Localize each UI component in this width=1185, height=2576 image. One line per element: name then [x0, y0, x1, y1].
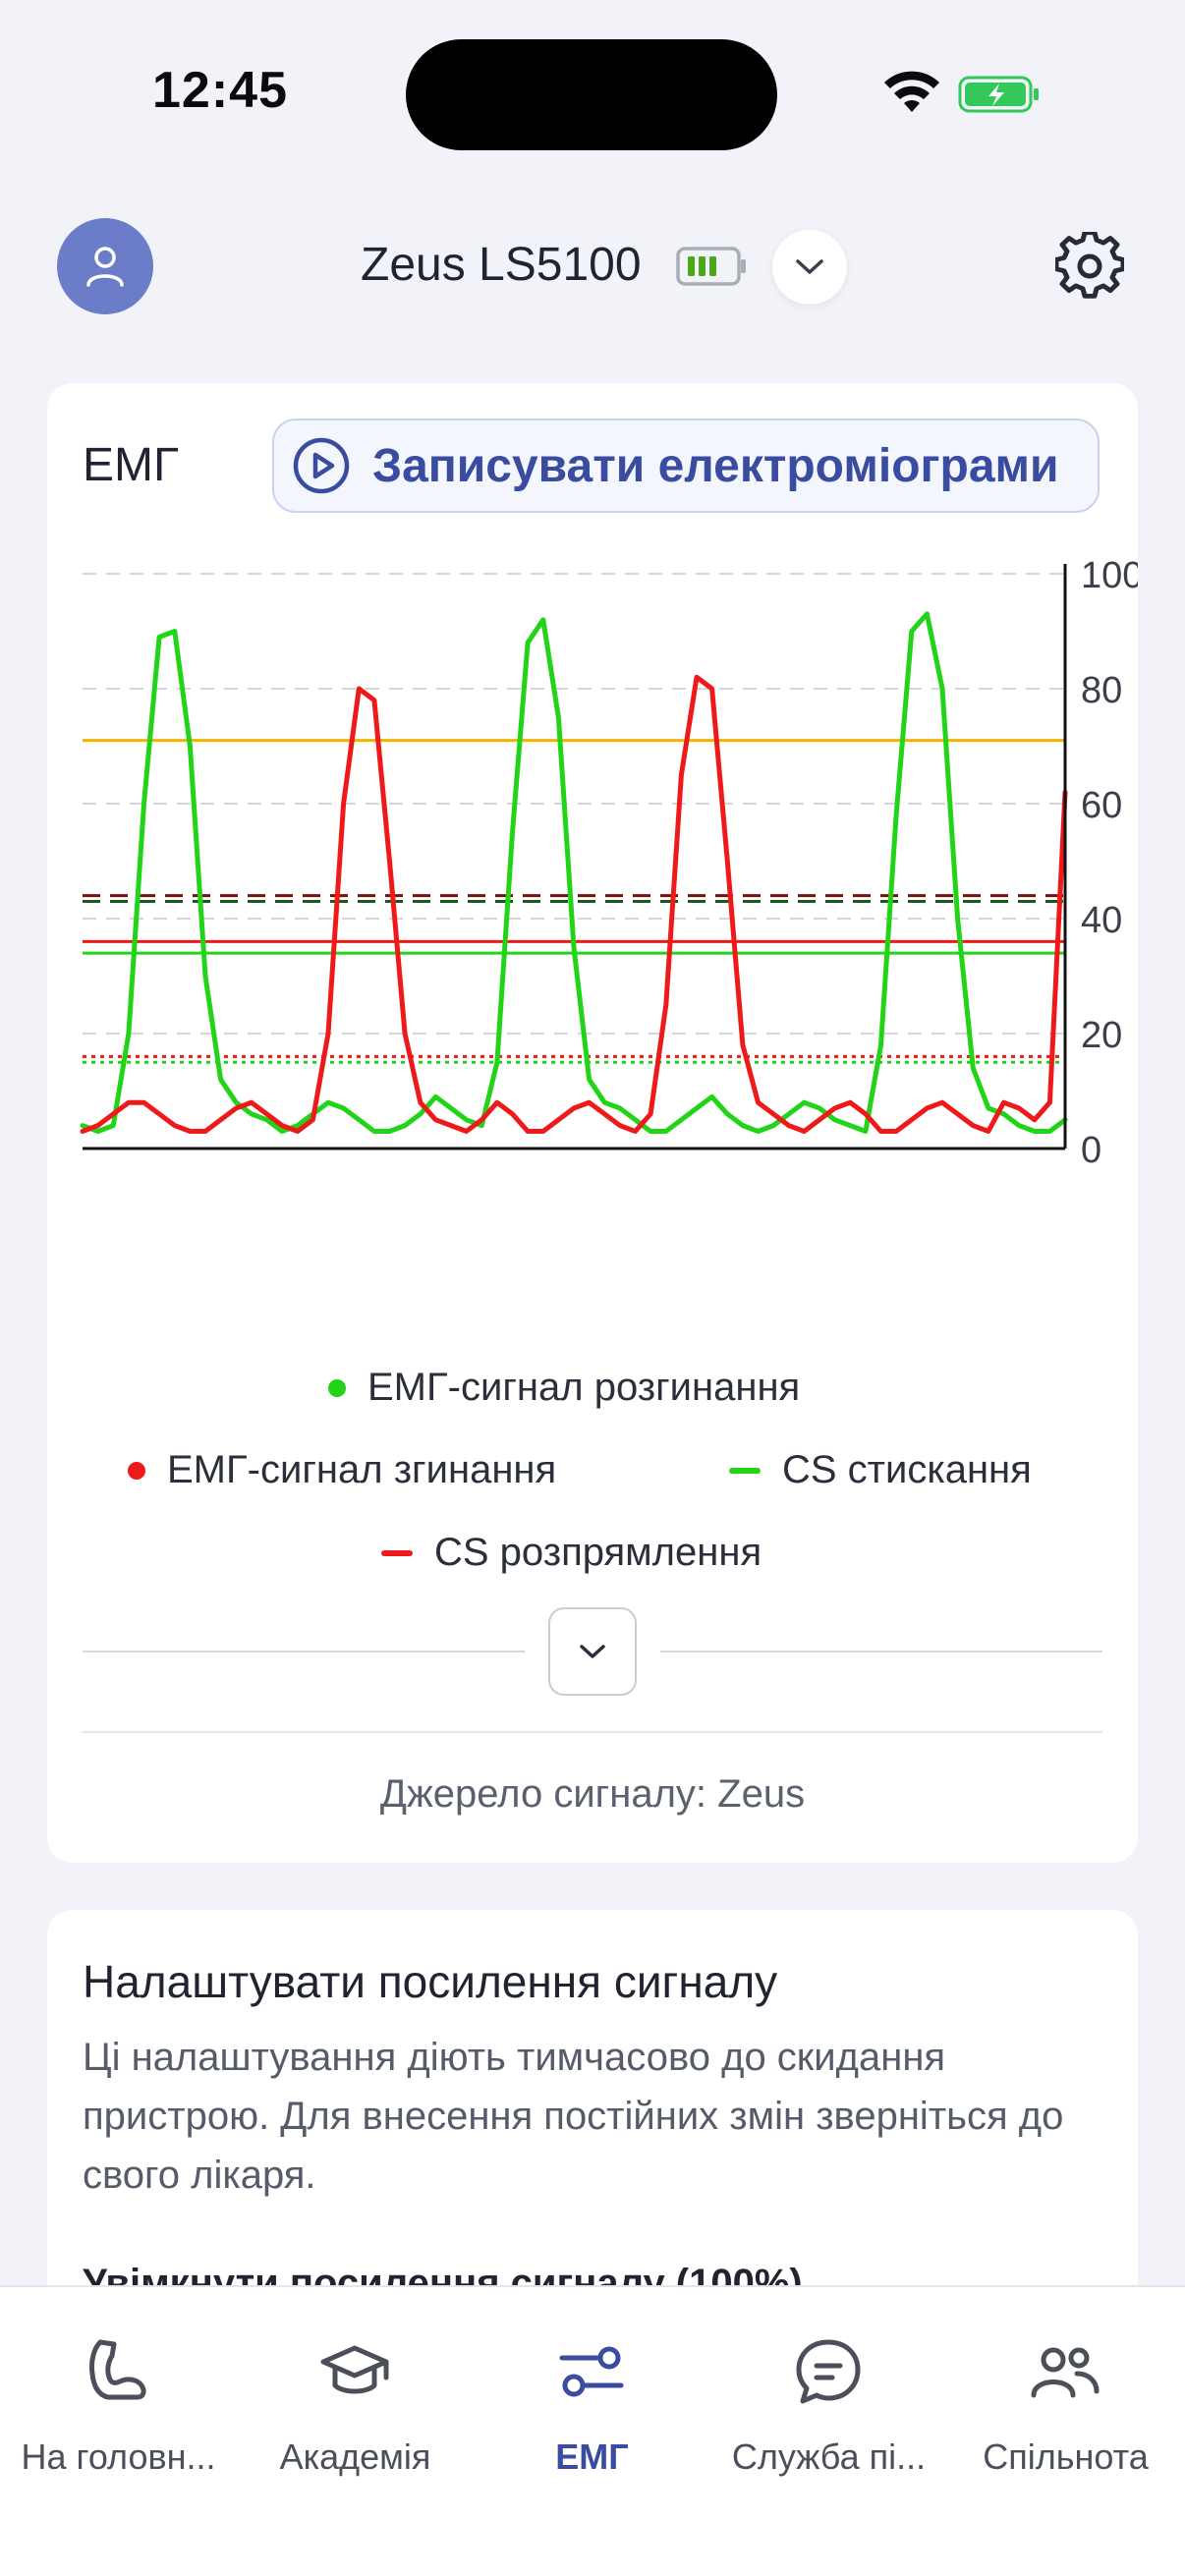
tab-label: ЕМГ — [555, 2436, 629, 2477]
y-tick-label: 40 — [1081, 900, 1122, 941]
legend-item: ЕМГ-сигнал згинання — [128, 1448, 556, 1492]
play-circle-icon — [293, 437, 350, 494]
chat-icon — [796, 2339, 861, 2404]
dynamic-island — [406, 39, 777, 150]
device-name: Zeus LS5100 — [361, 239, 642, 291]
legend-item: CS розпрямлення — [381, 1531, 762, 1575]
legend-row: CS розпрямлення — [47, 1531, 1138, 1590]
legend-label: ЕМГ-сигнал згинання — [167, 1448, 557, 1491]
screen: 12:45 Zeus LS5100 ЕМГ Записувати електро… — [0, 0, 1185, 2576]
tab-academy[interactable]: Академія — [237, 2315, 474, 2511]
record-emg-button[interactable]: Записувати електроміограми — [272, 419, 1100, 513]
settings-button[interactable] — [1053, 230, 1126, 303]
user-icon — [86, 247, 124, 287]
battery-charging-icon — [958, 76, 1039, 113]
legend-dot-marker — [328, 1378, 346, 1397]
legend-item: CS стискання — [729, 1448, 1032, 1492]
wifi-icon — [884, 71, 939, 112]
tab-label: Спільнота — [983, 2436, 1149, 2477]
record-emg-label: Записувати електроміограми — [372, 439, 1059, 492]
device-battery-icon — [676, 247, 746, 286]
legend-label: CS розпрямлення — [434, 1531, 762, 1574]
separator-line — [660, 1651, 1102, 1652]
legend-row: ЕМГ-сигнал розгинання — [47, 1366, 1138, 1425]
separator-line — [83, 1651, 525, 1652]
emg-card-title: ЕМГ — [83, 439, 179, 491]
tab-label: Академія — [279, 2436, 431, 2477]
legend-dot-marker — [128, 1461, 145, 1480]
y-tick-label: 20 — [1081, 1015, 1122, 1056]
divider — [83, 1731, 1102, 1733]
y-tick-label: 60 — [1081, 785, 1122, 826]
gear-icon — [1055, 232, 1124, 299]
tab-home[interactable]: На головн... — [0, 2315, 237, 2511]
emg-chart: 0 20 40 60 80 100 — [80, 555, 1138, 1171]
legend-item: ЕМГ-сигнал розгинання — [328, 1366, 800, 1410]
legend-label: CS стискання — [782, 1448, 1032, 1491]
y-tick-label: 80 — [1081, 670, 1122, 711]
chevron-down-icon — [580, 1645, 605, 1658]
legend-line-marker — [729, 1467, 761, 1474]
chart-series — [80, 611, 1068, 1134]
chevron-down-icon — [796, 259, 823, 274]
people-icon — [1031, 2347, 1100, 2398]
signal-source-text: Джерело сигналу: Zeus — [379, 1772, 806, 1816]
tab-bar: На головн... Академія ЕМГ Служба пі... С… — [0, 2285, 1185, 2576]
device-select-button[interactable] — [772, 230, 847, 305]
header: Zeus LS5100 — [0, 206, 1185, 324]
tab-support[interactable]: Служба пі... — [710, 2315, 947, 2511]
signal-gain-description: Ці налаштування діють тимчасово до скида… — [83, 2036, 1064, 2197]
chart-ticks: 0 20 40 60 80 100 — [1081, 555, 1138, 1171]
chart-thresholds — [83, 739, 1065, 1064]
emg-card: ЕМГ Записувати електроміограми 0 20 40 60 80… — [47, 383, 1138, 1863]
legend-label: ЕМГ-сигнал розгинання — [367, 1366, 801, 1409]
tab-community[interactable]: Спільнота — [947, 2315, 1184, 2511]
y-tick-label: 100 — [1081, 555, 1138, 596]
tab-label: На головн... — [21, 2436, 216, 2477]
graduation-cap-icon — [320, 2345, 389, 2394]
tab-emg[interactable]: ЕМГ — [474, 2315, 710, 2511]
tab-label: Служба пі... — [731, 2436, 927, 2477]
arm-icon — [89, 2339, 146, 2400]
y-tick-label: 0 — [1081, 1130, 1101, 1171]
avatar[interactable] — [57, 218, 153, 314]
signal-gain-title: Налаштувати посилення сигналу — [83, 1956, 778, 2007]
legend-line-marker — [381, 1549, 413, 1556]
sliders-icon — [559, 2346, 624, 2397]
expand-chart-button[interactable] — [548, 1607, 637, 1696]
status-bar: 12:45 — [0, 0, 1185, 187]
legend-row: ЕМГ-сигнал згинання CS стискання — [47, 1448, 1138, 1507]
series-line — [80, 611, 1068, 1134]
status-time: 12:45 — [152, 62, 288, 119]
